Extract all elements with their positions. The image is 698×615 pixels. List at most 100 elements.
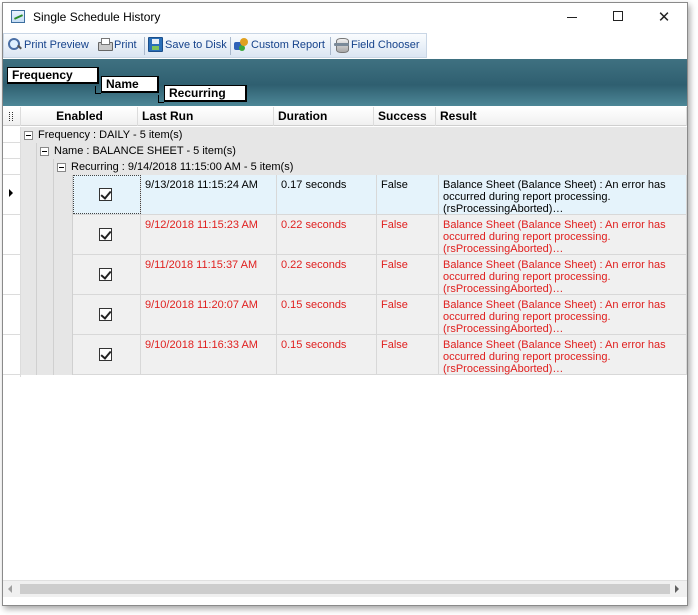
last-run-cell: 9/12/2018 11:15:23 AM	[141, 215, 277, 254]
last-run-cell: 9/13/2018 11:15:24 AM	[141, 175, 277, 214]
field-chooser-button[interactable]: Field Chooser	[334, 34, 419, 57]
result-cell: Balance Sheet (Balance Sheet) : An error…	[439, 255, 687, 295]
column-header-enabled[interactable]: Enabled	[22, 107, 138, 126]
title-bar[interactable]: Single Schedule History ✕	[3, 3, 687, 31]
group-chip-recurring[interactable]: Recurring	[164, 85, 247, 102]
save-to-disk-button[interactable]: Save to Disk	[148, 34, 227, 57]
group-row-recurring[interactable]: Recurring : 9/14/2018 11:15:00 AM - 5 it…	[54, 159, 687, 175]
toolbar: Print Preview Print Save to Disk Custom …	[3, 33, 427, 58]
field-chooser-label: Field Chooser	[351, 39, 420, 51]
print-label: Print	[114, 39, 137, 51]
minimize-icon	[567, 16, 577, 18]
scroll-left-icon[interactable]	[8, 585, 12, 593]
group-chip-name[interactable]: Name	[101, 76, 159, 93]
row-selector[interactable]	[3, 335, 21, 375]
group-indent	[54, 175, 73, 375]
history-grid: Enabled Last Run Duration Success Result…	[3, 107, 687, 579]
chart-app-icon	[11, 10, 25, 23]
column-header-last-run[interactable]: Last Run	[138, 107, 274, 126]
custom-report-label: Custom Report	[251, 39, 325, 51]
magnifier-icon	[7, 37, 22, 52]
horizontal-scrollbar[interactable]	[3, 580, 687, 597]
duration-cell: 0.22 seconds	[277, 255, 377, 294]
schedule-history-window: Single Schedule History ✕ Print Preview …	[2, 2, 688, 606]
group-row-name[interactable]: Name : BALANCE SHEET - 5 item(s)	[37, 143, 687, 159]
current-row-indicator-icon	[9, 189, 13, 197]
print-preview-label: Print Preview	[24, 39, 89, 51]
result-cell: Balance Sheet (Balance Sheet) : An error…	[439, 335, 687, 375]
enabled-checkbox[interactable]	[99, 188, 112, 201]
save-to-disk-label: Save to Disk	[165, 39, 227, 51]
last-run-cell: 9/10/2018 11:16:33 AM	[141, 335, 277, 374]
last-run-cell: 9/10/2018 11:20:07 AM	[141, 295, 277, 334]
column-header-result[interactable]: Result	[436, 107, 687, 126]
columns-icon	[9, 112, 13, 121]
table-row[interactable]: 9/13/2018 11:15:24 AM 0.17 seconds False…	[73, 175, 687, 215]
column-header-duration[interactable]: Duration	[274, 107, 374, 126]
table-row[interactable]: 9/12/2018 11:15:23 AM 0.22 seconds False…	[73, 215, 687, 255]
enabled-checkbox[interactable]	[99, 348, 112, 361]
success-cell: False	[377, 295, 439, 334]
row-selector[interactable]	[3, 255, 21, 295]
enabled-cell[interactable]	[73, 255, 141, 294]
maximize-icon	[613, 11, 623, 21]
row-selector[interactable]	[3, 127, 21, 143]
row-selector-column	[3, 127, 21, 377]
duration-cell: 0.15 seconds	[277, 295, 377, 334]
last-run-cell: 9/11/2018 11:15:37 AM	[141, 255, 277, 294]
table-row[interactable]: 9/11/2018 11:15:37 AM 0.22 seconds False…	[73, 255, 687, 295]
row-selector[interactable]	[3, 295, 21, 335]
print-preview-button[interactable]: Print Preview	[7, 34, 89, 57]
row-selector[interactable]	[3, 175, 21, 215]
duration-cell: 0.22 seconds	[277, 215, 377, 254]
success-cell: False	[377, 175, 439, 214]
enabled-checkbox[interactable]	[99, 308, 112, 321]
duration-cell: 0.15 seconds	[277, 335, 377, 374]
table-row[interactable]: 9/10/2018 11:16:33 AM 0.15 seconds False…	[73, 335, 687, 375]
maximize-button[interactable]	[595, 3, 641, 31]
grid-header: Enabled Last Run Duration Success Result	[3, 107, 687, 126]
result-cell: Balance Sheet (Balance Sheet) : An error…	[439, 215, 687, 255]
row-selector[interactable]	[3, 159, 21, 175]
scrollbar-thumb[interactable]	[20, 584, 670, 594]
minimize-button[interactable]	[549, 3, 595, 31]
print-button[interactable]: Print	[97, 34, 137, 57]
column-chooser-corner[interactable]	[3, 107, 21, 126]
enabled-cell[interactable]	[73, 175, 141, 214]
close-icon: ✕	[657, 8, 671, 26]
toolbar-divider	[144, 37, 145, 55]
enabled-cell[interactable]	[73, 335, 141, 374]
enabled-cell[interactable]	[73, 295, 141, 334]
column-header-success[interactable]: Success	[374, 107, 436, 126]
group-by-panel: Frequency Name Recurring	[3, 59, 687, 106]
success-cell: False	[377, 335, 439, 374]
collapse-icon[interactable]	[57, 163, 66, 172]
scroll-right-icon[interactable]	[675, 585, 679, 593]
group-indent	[21, 143, 37, 375]
table-row[interactable]: 9/10/2018 11:20:07 AM 0.15 seconds False…	[73, 295, 687, 335]
window-title: Single Schedule History	[33, 10, 161, 24]
close-button[interactable]: ✕	[641, 3, 687, 31]
duration-cell: 0.17 seconds	[277, 175, 377, 214]
floppy-disk-icon	[148, 36, 163, 52]
row-selector[interactable]	[3, 215, 21, 255]
collapse-icon[interactable]	[40, 147, 49, 156]
enabled-cell[interactable]	[73, 215, 141, 254]
result-cell: Balance Sheet (Balance Sheet) : An error…	[439, 295, 687, 335]
toolbar-divider	[230, 37, 231, 55]
result-cell: Balance Sheet (Balance Sheet) : An error…	[439, 175, 687, 215]
group-chip-frequency[interactable]: Frequency	[7, 67, 99, 84]
custom-report-button[interactable]: Custom Report	[234, 34, 325, 57]
group-indent	[37, 159, 54, 375]
success-cell: False	[377, 215, 439, 254]
toolbar-divider	[330, 37, 331, 55]
row-selector[interactable]	[3, 143, 21, 159]
field-chooser-icon	[334, 37, 349, 53]
printer-icon	[97, 37, 113, 52]
enabled-checkbox[interactable]	[99, 268, 112, 281]
group-row-frequency[interactable]: Frequency : DAILY - 5 item(s)	[21, 127, 687, 143]
group-label-recurring: Recurring : 9/14/2018 11:15:00 AM - 5 it…	[71, 161, 294, 173]
enabled-checkbox[interactable]	[99, 228, 112, 241]
collapse-icon[interactable]	[24, 131, 33, 140]
group-label-name: Name : BALANCE SHEET - 5 item(s)	[54, 145, 236, 157]
